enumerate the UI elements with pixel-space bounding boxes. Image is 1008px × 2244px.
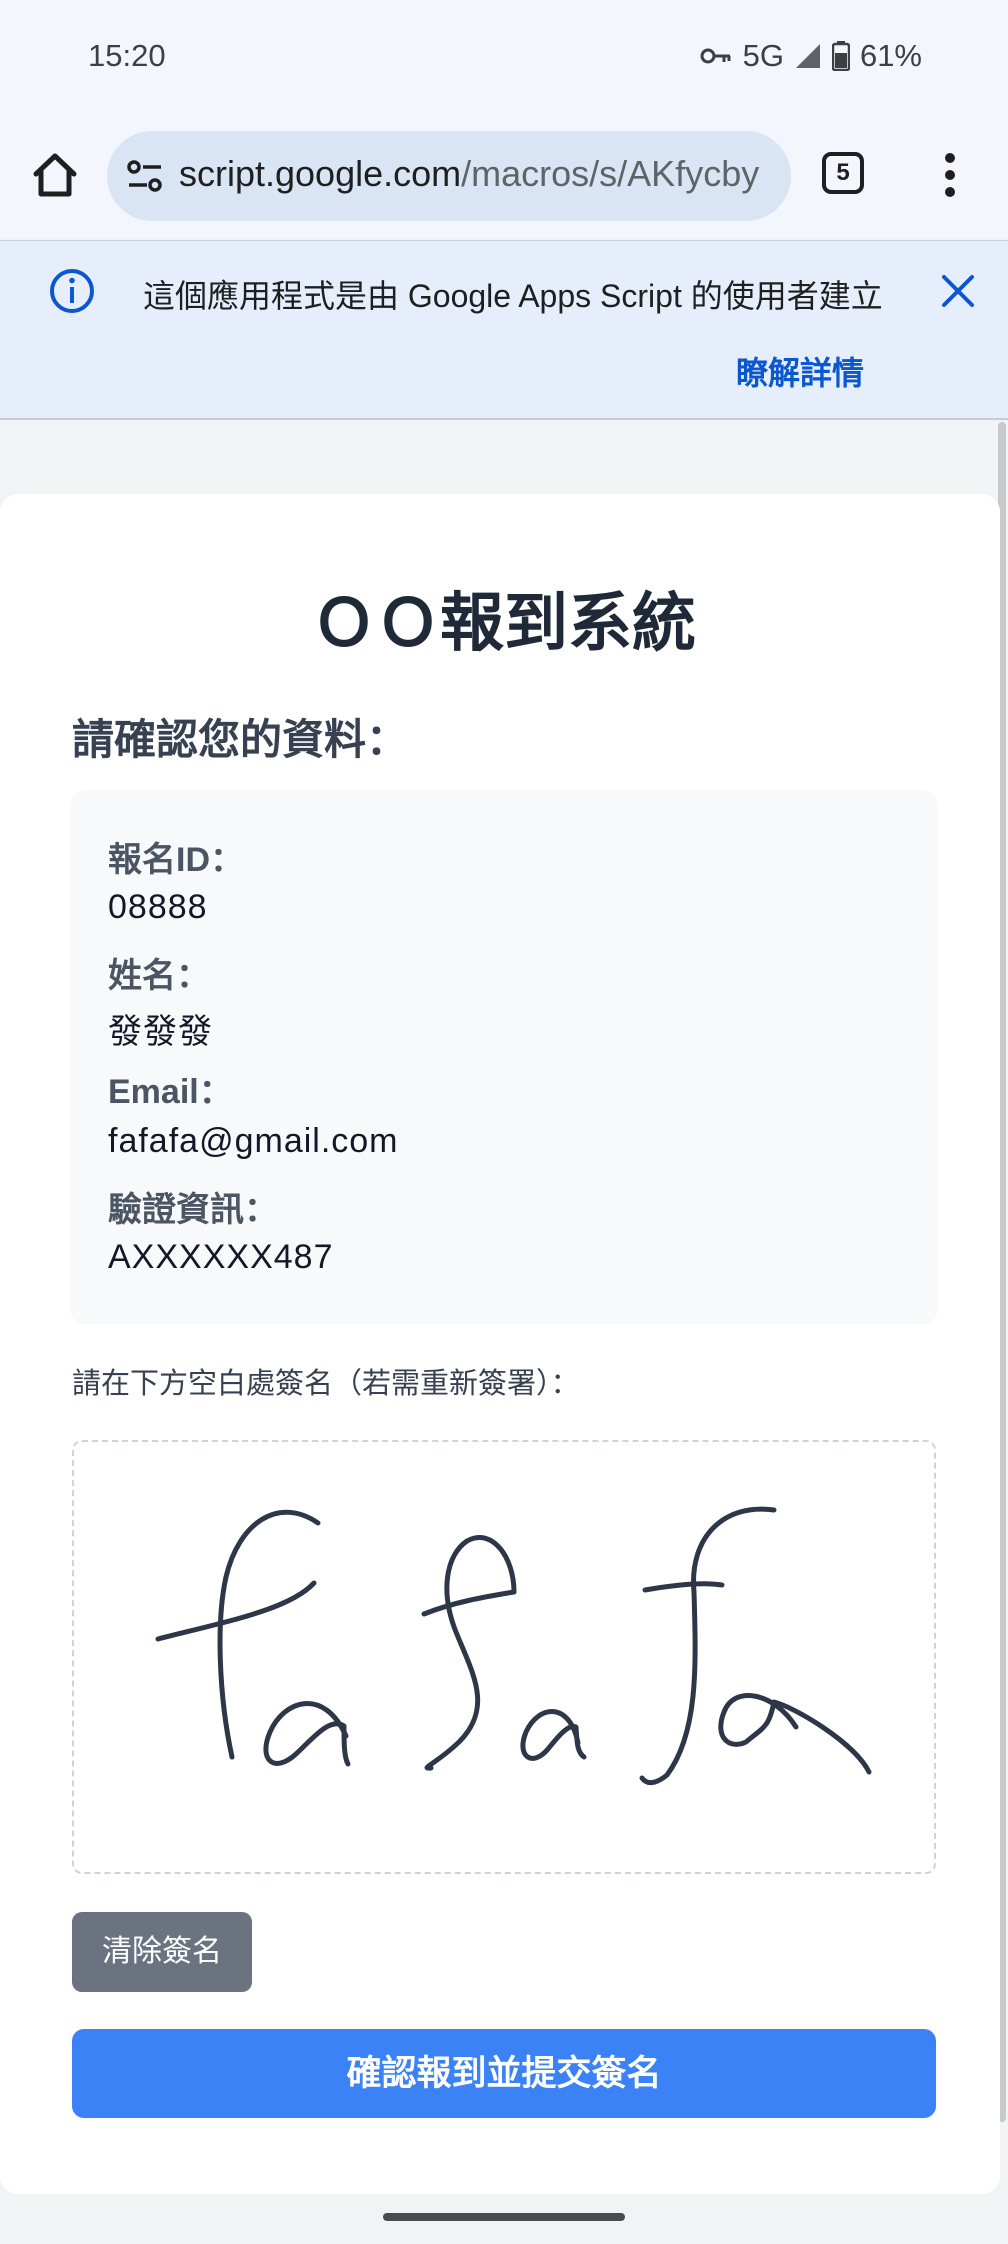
page-title: ＯＯ報到系統: [312, 587, 696, 659]
url-path: /macros/s/AKfycby: [461, 153, 760, 194]
clear-signature-button[interactable]: 清除簽名: [72, 1912, 252, 1992]
field-label-verify: 驗證資訊：: [108, 1191, 278, 1229]
status-bar: 15:20 5G 61%: [0, 0, 1008, 120]
signal-icon: [795, 44, 820, 68]
apps-script-banner: 這個應用程式是由 Google Apps Script 的使用者建立 瞭解詳情: [0, 240, 1008, 420]
field-value-verify: AXXXXXX487: [108, 1238, 334, 1276]
battery-icon: [831, 41, 850, 71]
tab-switcher-icon[interactable]: 5: [822, 152, 864, 194]
battery-percent: 61%: [859, 38, 922, 73]
signature-hint: 請在下方空白處簽名（若需重新簽署）：: [72, 1368, 580, 1400]
signature-drawing: [155, 1506, 872, 1785]
signature-pad[interactable]: [72, 1440, 936, 1874]
submit-checkin-button[interactable]: 確認報到並提交簽名: [72, 2029, 936, 2118]
home-icon: [33, 153, 77, 197]
url-host: script.google.com: [179, 153, 462, 194]
home-button[interactable]: [30, 150, 80, 206]
more-vert-icon[interactable]: [940, 152, 960, 198]
key-icon: [700, 48, 731, 64]
field-value-id: 08888: [108, 888, 208, 926]
address-bar[interactable]: script.google.com/macros/s/AKfycby: [107, 131, 791, 221]
tune-icon[interactable]: [125, 157, 165, 195]
gesture-navigation-bar[interactable]: [383, 2213, 625, 2221]
field-value-name: 發發發: [108, 1013, 213, 1051]
learn-more-link[interactable]: 瞭解詳情: [736, 348, 864, 394]
status-icons: 5G 61%: [699, 38, 922, 74]
network-type: 5G: [742, 38, 784, 73]
confirm-subtitle: 請確認您的資料：: [72, 716, 409, 763]
url-text[interactable]: script.google.com/macros/s/AKfycby: [179, 153, 779, 195]
field-label-name: 姓名：: [108, 957, 210, 995]
banner-message: 這個應用程式是由 Google Apps Script 的使用者建立: [143, 278, 883, 314]
field-label-id: 報名ID：: [108, 841, 244, 879]
close-icon[interactable]: [938, 271, 978, 311]
field-value-email: fafafa@gmail.com: [108, 1122, 399, 1160]
info-icon: [50, 269, 94, 313]
status-time: 15:20: [88, 38, 166, 73]
field-label-email: Email：: [108, 1073, 233, 1111]
